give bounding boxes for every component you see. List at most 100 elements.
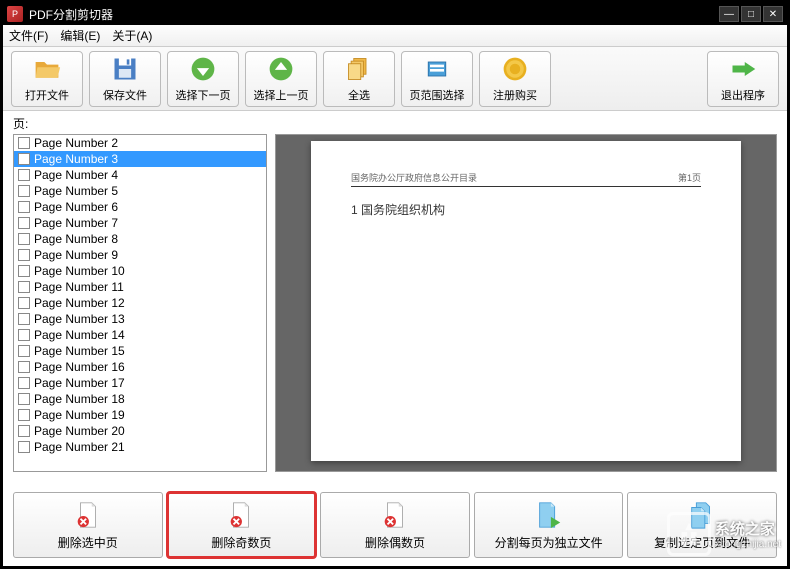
select-prev-button[interactable]: 选择上一页 xyxy=(245,51,317,107)
checkbox-icon[interactable] xyxy=(18,233,30,245)
select-all-button[interactable]: 全选 xyxy=(323,51,395,107)
list-item-label: Page Number 14 xyxy=(34,328,125,342)
titlebar: P PDF分割剪切器 — □ ✕ xyxy=(3,3,787,25)
list-item[interactable]: Page Number 17 xyxy=(14,375,266,391)
preview-body: 1 国务院组织机构 xyxy=(351,201,701,218)
list-item[interactable]: Page Number 7 xyxy=(14,215,266,231)
list-item-label: Page Number 17 xyxy=(34,376,125,390)
list-item[interactable]: Page Number 3 xyxy=(14,151,266,167)
list-item-label: Page Number 16 xyxy=(34,360,125,374)
minimize-button[interactable]: — xyxy=(719,6,739,22)
pages-stack-icon xyxy=(345,55,373,83)
arrow-down-circle-icon xyxy=(189,55,217,83)
window-controls: — □ ✕ xyxy=(719,6,783,22)
bottom-toolbar: 删除选中页 删除奇数页 删除偶数页 分割每页为独立文件 复制选定页到文件 xyxy=(13,492,777,558)
list-item[interactable]: Page Number 11 xyxy=(14,279,266,295)
list-item-label: Page Number 10 xyxy=(34,264,125,278)
checkbox-icon[interactable] xyxy=(18,393,30,405)
list-item[interactable]: Page Number 8 xyxy=(14,231,266,247)
save-file-button[interactable]: 保存文件 xyxy=(89,51,161,107)
list-item-label: Page Number 19 xyxy=(34,408,125,422)
checkbox-icon[interactable] xyxy=(18,345,30,357)
list-item-label: Page Number 18 xyxy=(34,392,125,406)
checkbox-icon[interactable] xyxy=(18,169,30,181)
maximize-button[interactable]: □ xyxy=(741,6,761,22)
split-pages-button[interactable]: 分割每页为独立文件 xyxy=(474,492,624,558)
list-item-label: Page Number 7 xyxy=(34,216,118,230)
checkbox-icon[interactable] xyxy=(18,185,30,197)
checkbox-icon[interactable] xyxy=(18,201,30,213)
select-range-button[interactable]: 页范围选择 xyxy=(401,51,473,107)
list-item[interactable]: Page Number 12 xyxy=(14,295,266,311)
delete-odd-button[interactable]: 删除奇数页 xyxy=(167,492,317,558)
delete-even-button[interactable]: 删除偶数页 xyxy=(320,492,470,558)
menu-about[interactable]: 关于(A) xyxy=(112,27,152,44)
checkbox-icon[interactable] xyxy=(18,377,30,389)
list-item-label: Page Number 12 xyxy=(34,296,125,310)
menu-edit[interactable]: 编辑(E) xyxy=(60,27,100,44)
select-next-button[interactable]: 选择下一页 xyxy=(167,51,239,107)
list-item[interactable]: Page Number 19 xyxy=(14,407,266,423)
checkbox-icon[interactable] xyxy=(18,281,30,293)
checkbox-icon[interactable] xyxy=(18,425,30,437)
exit-button[interactable]: 退出程序 xyxy=(707,51,779,107)
checkbox-icon[interactable] xyxy=(18,329,30,341)
list-item[interactable]: Page Number 4 xyxy=(14,167,266,183)
list-item-label: Page Number 15 xyxy=(34,344,125,358)
page-copy-icon xyxy=(687,500,717,530)
checkbox-icon[interactable] xyxy=(18,361,30,373)
list-item-label: Page Number 8 xyxy=(34,232,118,246)
menu-file[interactable]: 文件(F) xyxy=(9,27,48,44)
floppy-icon xyxy=(111,55,139,83)
list-item[interactable]: Page Number 14 xyxy=(14,327,266,343)
exit-arrow-icon xyxy=(729,55,757,83)
page-delete-odd-icon xyxy=(226,500,256,530)
menubar: 文件(F) 编辑(E) 关于(A) xyxy=(3,25,787,47)
preview-header-right: 第1页 xyxy=(678,171,701,184)
coin-icon xyxy=(501,55,529,83)
app-icon: P xyxy=(7,6,23,22)
list-item-label: Page Number 21 xyxy=(34,440,125,454)
checkbox-icon[interactable] xyxy=(18,137,30,149)
list-item[interactable]: Page Number 21 xyxy=(14,439,266,455)
page-split-icon xyxy=(534,500,564,530)
list-item-label: Page Number 4 xyxy=(34,168,118,182)
checkbox-icon[interactable] xyxy=(18,249,30,261)
checkbox-icon[interactable] xyxy=(18,409,30,421)
content-area: Page Number 2Page Number 3Page Number 4P… xyxy=(3,134,787,472)
register-button[interactable]: 注册购买 xyxy=(479,51,551,107)
list-item[interactable]: Page Number 6 xyxy=(14,199,266,215)
list-item[interactable]: Page Number 9 xyxy=(14,247,266,263)
checkbox-icon[interactable] xyxy=(18,441,30,453)
list-item-label: Page Number 13 xyxy=(34,312,125,326)
app-window: P PDF分割剪切器 — □ ✕ 文件(F) 编辑(E) 关于(A) 打开文件 … xyxy=(0,0,790,569)
copy-pages-button[interactable]: 复制选定页到文件 xyxy=(627,492,777,558)
list-item[interactable]: Page Number 10 xyxy=(14,263,266,279)
close-button[interactable]: ✕ xyxy=(763,6,783,22)
page-delete-icon xyxy=(73,500,103,530)
delete-selected-button[interactable]: 删除选中页 xyxy=(13,492,163,558)
list-item-label: Page Number 11 xyxy=(34,280,124,294)
list-item[interactable]: Page Number 5 xyxy=(14,183,266,199)
list-item[interactable]: Page Number 18 xyxy=(14,391,266,407)
arrow-up-circle-icon xyxy=(267,55,295,83)
open-file-button[interactable]: 打开文件 xyxy=(11,51,83,107)
list-item[interactable]: Page Number 20 xyxy=(14,423,266,439)
list-item[interactable]: Page Number 16 xyxy=(14,359,266,375)
checkbox-icon[interactable] xyxy=(18,313,30,325)
list-item-label: Page Number 6 xyxy=(34,200,118,214)
list-item-label: Page Number 20 xyxy=(34,424,125,438)
list-item-label: Page Number 2 xyxy=(34,136,118,150)
list-item[interactable]: Page Number 13 xyxy=(14,311,266,327)
checkbox-icon[interactable] xyxy=(18,297,30,309)
checkbox-icon[interactable] xyxy=(18,217,30,229)
selection-range-icon xyxy=(423,55,451,83)
list-item[interactable]: Page Number 15 xyxy=(14,343,266,359)
checkbox-icon[interactable] xyxy=(18,265,30,277)
checkbox-icon[interactable] xyxy=(18,153,30,165)
preview-page: 国务院办公厅政府信息公开目录 第1页 1 国务院组织机构 xyxy=(311,141,741,461)
list-item-label: Page Number 9 xyxy=(34,248,118,262)
list-item[interactable]: Page Number 2 xyxy=(14,135,266,151)
main-toolbar: 打开文件 保存文件 选择下一页 选择上一页 全选 xyxy=(3,47,787,111)
page-list[interactable]: Page Number 2Page Number 3Page Number 4P… xyxy=(13,134,267,472)
